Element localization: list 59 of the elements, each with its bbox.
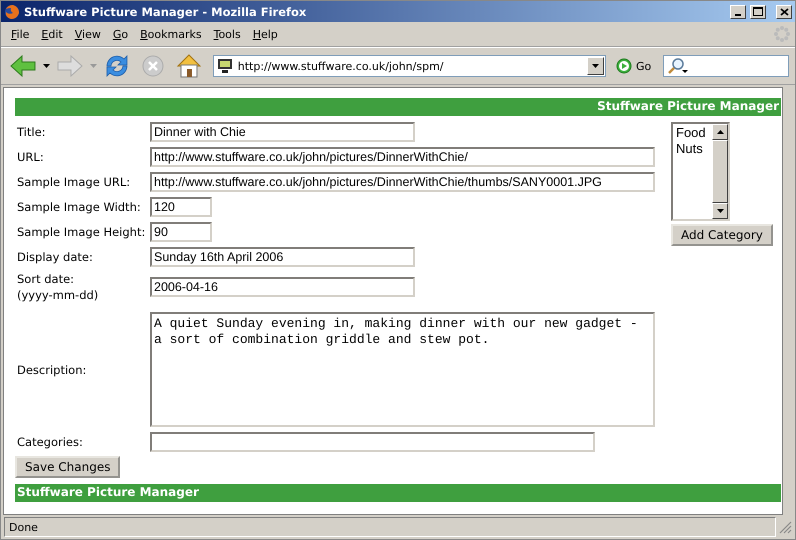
resize-grip-icon xyxy=(778,520,792,534)
scroll-down-button[interactable] xyxy=(712,203,728,219)
minimize-icon xyxy=(735,14,741,16)
monitor-icon xyxy=(216,58,234,74)
scroll-up-button[interactable] xyxy=(712,124,728,140)
menu-item[interactable]: Tools xyxy=(208,28,247,40)
menu-item[interactable]: Help xyxy=(246,28,284,40)
scrollbar-thumb[interactable] xyxy=(712,140,728,203)
address-bar[interactable]: http://www.stuffware.co.uk/john/spm/ xyxy=(212,55,606,77)
text-field[interactable]: 120 xyxy=(150,197,212,217)
address-text: http://www.stuffware.co.uk/john/spm/ xyxy=(236,60,444,72)
field-label: Sample Image Height: xyxy=(17,225,146,239)
field-label: Title: xyxy=(17,125,47,139)
format-hint: (yyyy-mm-dd) xyxy=(17,288,100,302)
close-button[interactable] xyxy=(776,4,792,18)
firefox-icon xyxy=(4,4,20,20)
up-arrow-icon xyxy=(716,130,724,134)
field-label: Sample Image URL: xyxy=(17,175,132,189)
category-listbox[interactable]: Food Nuts xyxy=(671,122,730,221)
menu-item[interactable]: View xyxy=(68,28,107,40)
menu-item[interactable]: Edit xyxy=(35,28,69,40)
minimize-button[interactable] xyxy=(730,4,746,18)
list-option[interactable]: Food xyxy=(676,125,709,141)
maximize-icon xyxy=(753,7,763,16)
go-button[interactable]: Go xyxy=(616,58,652,74)
throbber-icon xyxy=(773,25,791,43)
menu-item[interactable]: Go xyxy=(106,28,134,40)
menu-item[interactable]: File xyxy=(5,28,36,40)
maximize-button[interactable] xyxy=(750,4,766,18)
field-label: URL: xyxy=(17,150,45,164)
search-icon xyxy=(667,57,690,75)
down-arrow-icon xyxy=(716,209,724,213)
search-field[interactable] xyxy=(663,55,790,77)
status-text: Done xyxy=(4,517,776,537)
field-label: Categories: xyxy=(17,435,84,449)
add-category-button[interactable]: Add Category xyxy=(671,224,773,246)
caret-icon xyxy=(592,64,599,68)
menu-item[interactable]: Bookmarks xyxy=(134,28,208,40)
text-field[interactable]: http://www.stuffware.co.uk/john/pictures/DinnerWithChie/ xyxy=(150,147,655,167)
close-icon xyxy=(780,8,788,16)
dropdown-button[interactable] xyxy=(586,57,604,75)
footer-bar: Stuffware Picture Manager xyxy=(15,484,781,502)
text-field[interactable]: Dinner with Chie xyxy=(150,122,415,142)
field-label: Sample Image Width: xyxy=(17,200,142,214)
field-label: Description: xyxy=(17,362,88,376)
field-label: Sort date: xyxy=(17,272,76,286)
list-option[interactable]: Nuts xyxy=(676,141,709,157)
text-field[interactable]: Sunday 16th April 2006 xyxy=(150,247,415,267)
text-field[interactable]: 90 xyxy=(150,222,212,242)
header-bar: Stuffware Picture Manager xyxy=(15,98,781,116)
play-icon xyxy=(616,58,632,74)
text-field[interactable] xyxy=(150,432,595,452)
window-title: Stuffware Picture Manager - Mozilla Firefox xyxy=(24,4,308,18)
save-changes-button[interactable]: Save Changes xyxy=(15,456,120,478)
caret-icon[interactable] xyxy=(42,64,50,68)
text-field[interactable]: http://www.stuffware.co.uk/john/pictures/DinnerWithChie/thumbs/SANY0001.JPG xyxy=(150,172,655,192)
text-field[interactable]: 2006-04-16 xyxy=(150,277,415,297)
field-label: Display date: xyxy=(17,250,94,264)
description-field[interactable]: A quiet Sunday evening in, making dinner with our new gadget - a sort of combination griddle and stew pot. xyxy=(150,312,655,427)
